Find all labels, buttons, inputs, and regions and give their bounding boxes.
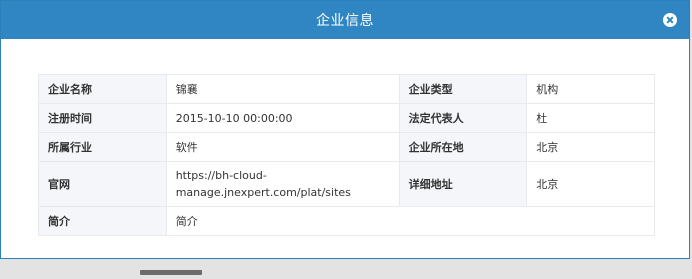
dialog-title: 企业信息 [316,13,374,29]
website-value: https://bh-cloud-manage.jnexpert.com/pla… [165,161,400,207]
table-row: 注册时间 2015-10-10 00:00:00 法定代表人 杜 [38,103,655,133]
address-value: 北京 [526,161,655,207]
table-row: 简介 简介 [38,206,656,236]
company-name-value: 锦襄 [165,74,400,104]
website-label: 官网 [38,161,167,207]
table-row: 所属行业 软件 企业所在地 北京 [38,132,655,162]
location-value: 北京 [526,132,655,162]
background-text-fragment [140,260,220,275]
location-label: 企业所在地 [398,132,528,162]
company-info-dialog: 企业信息 企业名称 锦襄 企业类型 机构 注册时间 2015-10-10 00:… [0,0,690,259]
company-type-label: 企业类型 [398,74,528,104]
company-name-label: 企业名称 [38,74,167,104]
legal-rep-value: 杜 [526,103,655,133]
close-icon[interactable] [663,13,677,27]
table-row: 官网 https://bh-cloud-manage.jnexpert.com/… [38,161,655,207]
company-type-value: 机构 [526,74,655,104]
legal-rep-label: 法定代表人 [398,103,528,133]
company-info-table: 企业名称 锦襄 企业类型 机构 注册时间 2015-10-10 00:00:00… [38,74,656,236]
dialog-header: 企业信息 [1,1,689,39]
table-row: 企业名称 锦襄 企业类型 机构 [38,74,655,104]
industry-value: 软件 [165,132,400,162]
address-label: 详细地址 [398,161,528,207]
intro-value: 简介 [165,206,656,236]
reg-time-value: 2015-10-10 00:00:00 [165,103,400,133]
reg-time-label: 注册时间 [38,103,167,133]
dialog-body: 企业名称 锦襄 企业类型 机构 注册时间 2015-10-10 00:00:00… [1,39,689,259]
industry-label: 所属行业 [38,132,167,162]
intro-label: 简介 [38,206,167,236]
